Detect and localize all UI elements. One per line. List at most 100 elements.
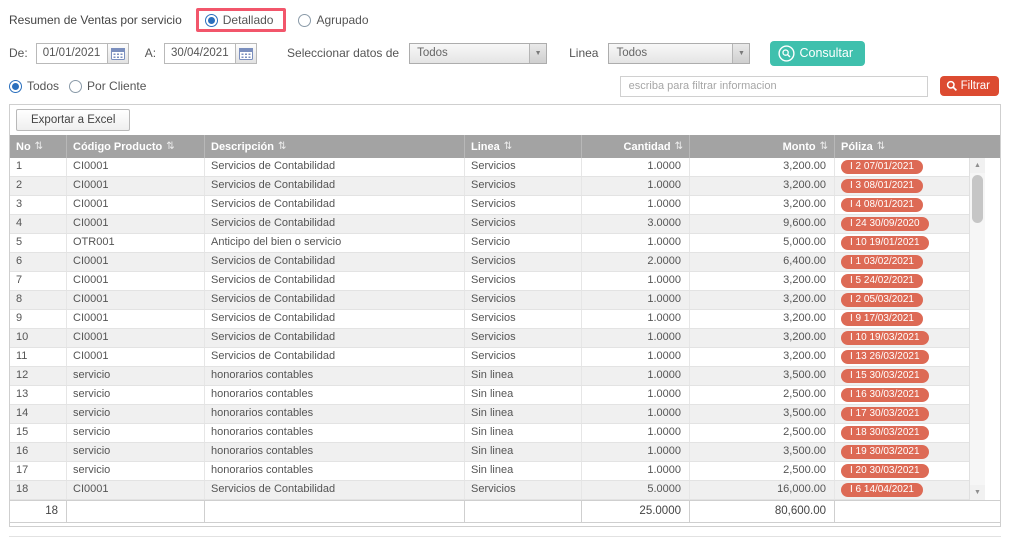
cell-cantidad: 1.0000 [582,272,690,290]
poliza-badge[interactable]: I 9 17/03/2021 [841,312,923,326]
table-row[interactable]: 8 CI0001 Servicios de Contabilidad Servi… [10,291,969,310]
chevron-down-icon[interactable]: ▼ [732,43,750,63]
table-footer: 18 25.0000 80,600.00 [10,500,1000,523]
sort-icon[interactable]: ⇅ [877,141,885,152]
cell-cantidad: 1.0000 [582,177,690,195]
filtrar-button[interactable]: Filtrar [939,76,999,96]
table-row[interactable]: 16 servicio honorarios contables Sin lin… [10,443,969,462]
column-header-poliza[interactable]: Póliza ⇅ [835,135,1000,158]
table-row[interactable]: 10 CI0001 Servicios de Contabilidad Serv… [10,329,969,348]
column-header-descripcion[interactable]: Descripción ⇅ [205,135,465,158]
column-header-monto[interactable]: Monto ⇅ [690,135,835,158]
cell-codigo-producto: CI0001 [67,291,205,309]
table-row[interactable]: 18 CI0001 Servicios de Contabilidad Serv… [10,481,969,500]
cell-codigo-producto: servicio [67,367,205,385]
data-source-dropdown[interactable]: Todos ▼ [409,42,548,64]
poliza-badge[interactable]: I 4 08/01/2021 [841,198,923,212]
cell-no: 10 [10,329,67,347]
table-row[interactable]: 15 servicio honorarios contables Sin lin… [10,424,969,443]
table-row[interactable]: 3 CI0001 Servicios de Contabilidad Servi… [10,196,969,215]
consultar-button[interactable]: Consultar [770,40,865,66]
sort-icon[interactable]: ⇅ [278,141,286,152]
table-row[interactable]: 13 servicio honorarios contables Sin lin… [10,386,969,405]
cell-no: 9 [10,310,67,328]
radio-agrupado[interactable]: Agrupado [298,13,369,27]
radio-agrupado-icon[interactable] [298,13,312,27]
poliza-badge[interactable]: I 15 30/03/2021 [841,369,929,383]
radio-por-cliente[interactable]: Por Cliente [69,79,146,93]
poliza-badge[interactable]: I 17 30/03/2021 [841,407,929,421]
linea-label: Linea [569,46,599,60]
chevron-down-icon[interactable]: ▼ [529,43,547,63]
table-row[interactable]: 17 servicio honorarios contables Sin lin… [10,462,969,481]
poliza-badge[interactable]: I 16 30/03/2021 [841,388,929,402]
cell-linea: Servicios [465,329,582,347]
table-row[interactable]: 4 CI0001 Servicios de Contabilidad Servi… [10,215,969,234]
table-row[interactable]: 5 OTR001 Anticipo del bien o servicio Se… [10,234,969,253]
poliza-badge[interactable]: I 5 24/02/2021 [841,274,923,288]
table-row[interactable]: 14 servicio honorarios contables Sin lin… [10,405,969,424]
column-header-linea[interactable]: Linea ⇅ [465,135,582,158]
data-source-label: Seleccionar datos de [287,46,400,60]
radio-todos[interactable]: Todos [9,79,59,93]
cell-no: 3 [10,196,67,214]
footer-cantidad-total: 25.0000 [582,501,690,522]
cell-linea: Servicios [465,310,582,328]
cell-descripcion: Anticipo del bien o servicio [205,234,465,252]
date-from-value[interactable]: 01/01/2021 [37,44,107,63]
poliza-badge[interactable]: I 20 30/03/2021 [841,464,929,478]
table-row[interactable]: 6 CI0001 Servicios de Contabilidad Servi… [10,253,969,272]
cell-poliza: I 2 05/03/2021 [835,291,969,309]
cell-monto: 3,500.00 [690,405,835,423]
date-to-calendar-button[interactable] [235,43,257,63]
filter-text-input[interactable] [619,75,928,97]
table-row[interactable]: 9 CI0001 Servicios de Contabilidad Servi… [10,310,969,329]
scroll-up-icon[interactable]: ▲ [970,158,985,173]
linea-dropdown[interactable]: Todos ▼ [608,42,751,64]
cell-no: 14 [10,405,67,423]
poliza-badge[interactable]: I 2 07/01/2021 [841,160,923,174]
cell-monto: 3,200.00 [690,310,835,328]
sort-icon[interactable]: ⇅ [820,141,828,152]
cell-poliza: I 13 26/03/2021 [835,348,969,366]
sort-icon[interactable]: ⇅ [675,141,683,152]
poliza-badge[interactable]: I 10 19/03/2021 [841,331,929,345]
radio-todos-icon[interactable] [9,79,22,93]
poliza-badge[interactable]: I 2 05/03/2021 [841,293,923,307]
radio-detallado-icon[interactable] [204,13,218,27]
date-to-value[interactable]: 30/04/2021 [165,44,235,63]
radio-detallado[interactable]: Detallado [204,13,273,27]
cell-monto: 16,000.00 [690,481,835,499]
table-row[interactable]: 11 CI0001 Servicios de Contabilidad Serv… [10,348,969,367]
column-header-no[interactable]: No ⇅ [10,135,67,158]
date-from-calendar-button[interactable] [106,43,128,63]
vertical-scrollbar[interactable]: ▲ ▼ [969,158,985,500]
column-header-cantidad[interactable]: Cantidad ⇅ [582,135,690,158]
cell-codigo-producto: servicio [67,443,205,461]
poliza-badge[interactable]: I 10 19/01/2021 [841,236,929,250]
poliza-badge[interactable]: I 18 30/03/2021 [841,426,929,440]
table-row[interactable]: 2 CI0001 Servicios de Contabilidad Servi… [10,177,969,196]
poliza-badge[interactable]: I 24 30/09/2020 [841,217,929,231]
table-row[interactable]: 7 CI0001 Servicios de Contabilidad Servi… [10,272,969,291]
cell-no: 8 [10,291,67,309]
scrollbar-thumb[interactable] [972,175,983,223]
table-row[interactable]: 1 CI0001 Servicios de Contabilidad Servi… [10,158,969,177]
export-excel-button[interactable]: Exportar a Excel [16,109,131,131]
date-from-field[interactable]: 01/01/2021 [35,42,129,64]
poliza-badge[interactable]: I 19 30/03/2021 [841,445,929,459]
sort-icon[interactable]: ⇅ [504,141,512,152]
scroll-down-icon[interactable]: ▼ [970,485,985,500]
poliza-badge[interactable]: I 13 26/03/2021 [841,350,929,364]
table-row[interactable]: 12 servicio honorarios contables Sin lin… [10,367,969,386]
cell-descripcion: Servicios de Contabilidad [205,329,465,347]
poliza-badge[interactable]: I 6 14/04/2021 [841,483,923,497]
poliza-badge[interactable]: I 1 03/02/2021 [841,255,923,269]
sort-icon[interactable]: ⇅ [166,141,174,152]
poliza-badge[interactable]: I 3 08/01/2021 [841,179,923,193]
cell-no: 1 [10,158,67,176]
date-to-field[interactable]: 30/04/2021 [164,42,258,64]
sort-icon[interactable]: ⇅ [35,141,43,152]
column-header-codigo-producto[interactable]: Código Producto ⇅ [67,135,205,158]
radio-por-cliente-icon[interactable] [69,79,83,93]
